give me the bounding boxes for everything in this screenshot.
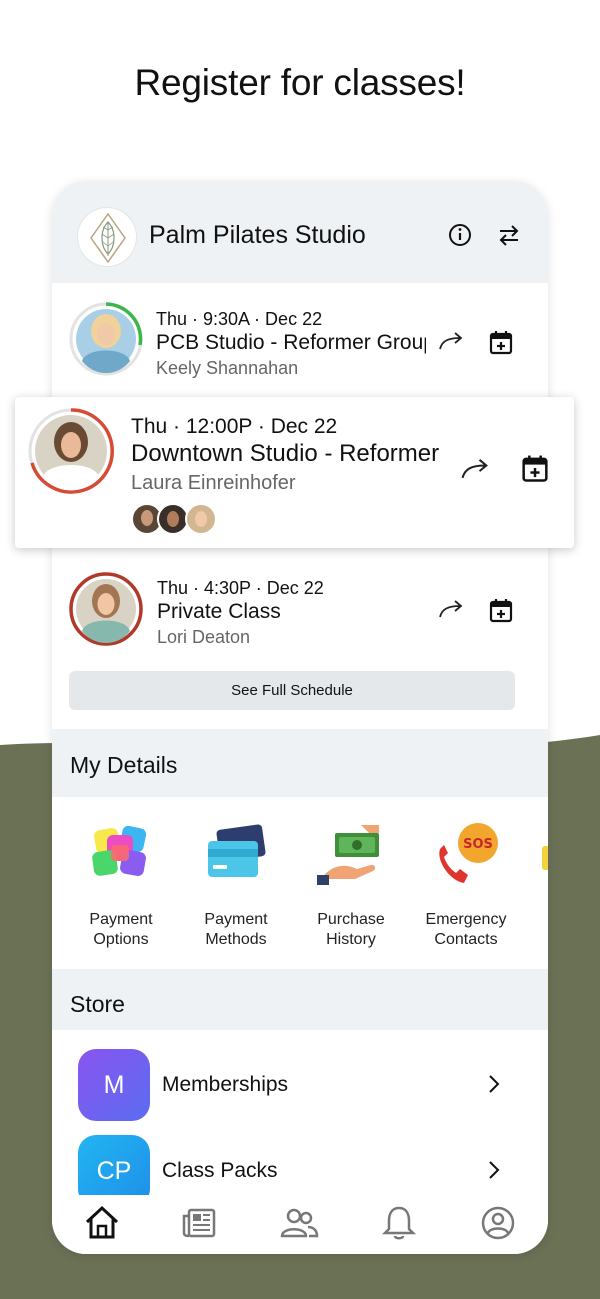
class-row[interactable]: Thu · 4:30P · Dec 22 Private Class Lori … — [52, 551, 548, 661]
bell-icon[interactable] — [379, 1203, 419, 1243]
see-full-schedule-button[interactable]: See Full Schedule — [69, 671, 515, 710]
next-detail-icon-peek — [542, 846, 548, 870]
payment-methods-item[interactable]: Payment Methods — [186, 821, 286, 950]
attendee-avatars — [131, 503, 217, 535]
instructor-avatar — [69, 572, 143, 646]
studio-name: Palm Pilates Studio — [149, 221, 366, 249]
color-tiles-icon — [92, 825, 147, 876]
add-to-calendar-icon[interactable] — [518, 451, 552, 485]
purchase-history-item[interactable]: Purchase History — [301, 821, 401, 950]
featured-class-card[interactable]: Thu · 12:00P · Dec 22 Downtown Studio - … — [15, 397, 574, 548]
detail-label-line1: Payment — [89, 911, 153, 928]
class-instructor: Lori Deaton — [157, 627, 251, 647]
class-time: Thu · 4:30P · Dec 22 — [157, 578, 324, 598]
store-label: Class Packs — [162, 1159, 278, 1182]
phone-screen: Palm Pilates Studio Thu · 9:30A · Dec 22… — [52, 181, 548, 1254]
people-icon[interactable] — [279, 1203, 319, 1243]
tab-bar — [52, 1195, 548, 1254]
class-instructor: Keely Shannahan — [156, 358, 299, 378]
headline: Register for classes! — [134, 62, 466, 103]
class-time: Thu · 9:30A · Dec 22 — [156, 309, 323, 329]
instructor-avatar — [69, 302, 143, 376]
class-title: PCB Studio - Reformer Group — [156, 331, 426, 354]
class-title: Downtown Studio - Reformer — [131, 440, 440, 467]
share-icon[interactable] — [436, 327, 466, 357]
add-to-calendar-icon[interactable] — [486, 595, 516, 625]
detail-label-line2: Options — [93, 931, 149, 948]
instructor-avatar — [28, 408, 114, 494]
section-title: My Details — [70, 752, 178, 778]
home-icon[interactable] — [82, 1203, 122, 1243]
detail-label-line1: Purchase — [317, 911, 385, 928]
class-title: Private Class — [157, 600, 281, 623]
payment-options-item[interactable]: Payment Options — [71, 821, 171, 950]
sos-phone-icon: SOS — [439, 823, 498, 883]
share-icon[interactable] — [458, 453, 492, 487]
add-to-calendar-icon[interactable] — [486, 327, 516, 357]
svg-text:SOS: SOS — [463, 837, 493, 852]
store-header: Store — [52, 969, 548, 1030]
detail-label-line2: Contacts — [434, 931, 498, 948]
my-details-header: My Details — [52, 729, 548, 797]
detail-label-line1: Payment — [204, 911, 268, 928]
class-instructor: Laura Einreinhofer — [131, 472, 296, 494]
news-icon[interactable] — [180, 1203, 220, 1243]
share-icon[interactable] — [436, 595, 466, 625]
section-title: Store — [70, 991, 125, 1017]
store-item-memberships[interactable]: M Memberships — [52, 1049, 548, 1129]
cash-hand-icon — [317, 825, 379, 885]
studio-logo — [77, 207, 137, 267]
store-label: Memberships — [162, 1073, 289, 1096]
switch-arrows-icon[interactable] — [495, 221, 523, 249]
account-icon[interactable] — [478, 1203, 518, 1243]
studio-header: Palm Pilates Studio — [52, 181, 548, 283]
detail-label-line1: Emergency — [425, 911, 507, 928]
chevron-right-icon — [489, 1075, 500, 1093]
credit-cards-icon — [208, 824, 266, 877]
class-row[interactable]: Thu · 9:30A · Dec 22 PCB Studio - Reform… — [52, 283, 548, 393]
emergency-contacts-item[interactable]: SOS Emergency Contacts — [416, 821, 516, 950]
store-badge: M — [78, 1049, 150, 1121]
chevron-right-icon — [489, 1161, 500, 1179]
detail-label-line2: History — [326, 931, 376, 948]
detail-label-line2: Methods — [205, 931, 267, 948]
info-icon[interactable] — [446, 221, 474, 249]
class-time: Thu · 12:00P · Dec 22 — [131, 415, 338, 438]
